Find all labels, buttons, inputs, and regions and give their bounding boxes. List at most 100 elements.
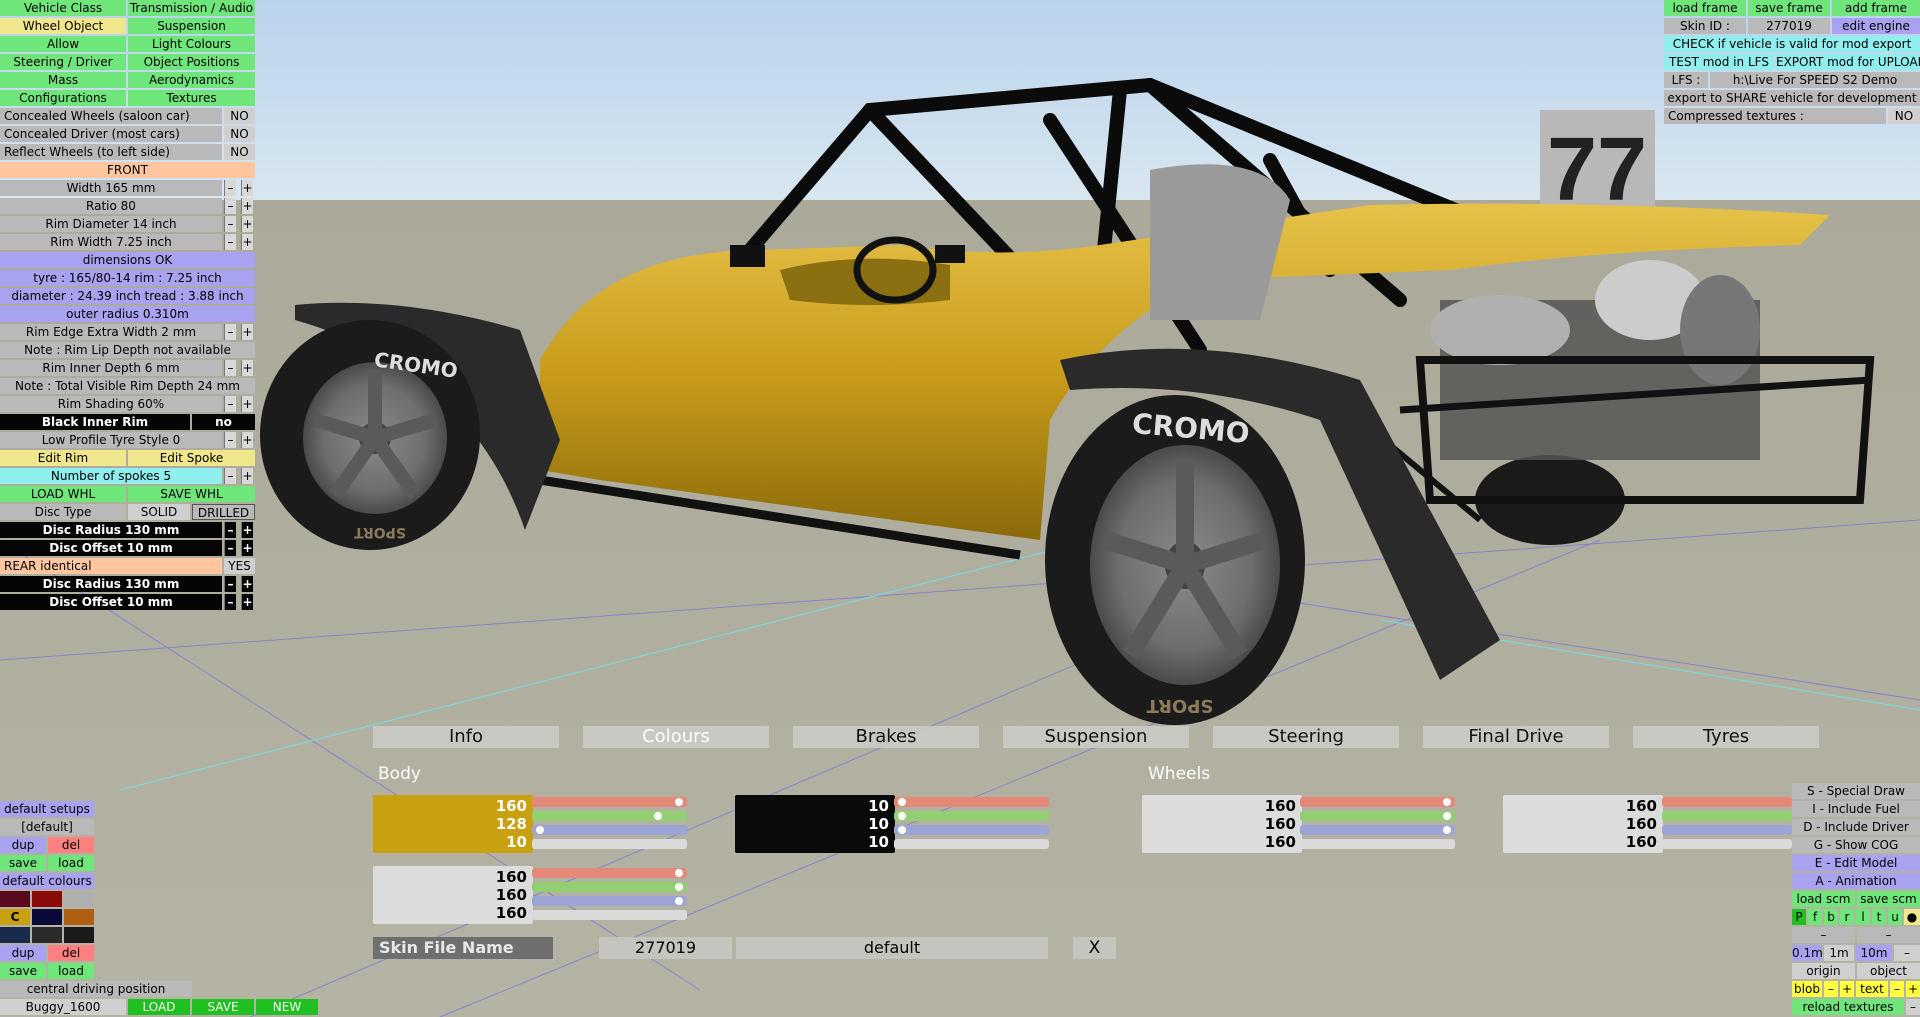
blob-decrease-button[interactable]: – <box>1824 981 1838 997</box>
tab-tyres[interactable]: Tyres <box>1633 726 1819 748</box>
tab-suspension[interactable]: Suspension <box>128 18 255 34</box>
body-primary-green-slider[interactable] <box>532 811 687 821</box>
colour-swatch[interactable] <box>64 927 94 943</box>
save-whl-button[interactable]: SAVE WHL <box>128 486 255 502</box>
tab-configurations[interactable]: Configurations <box>0 90 126 106</box>
dot-toggle[interactable]: ● <box>1904 909 1920 925</box>
include-fuel-toggle[interactable]: I - Include Fuel <box>1792 801 1920 817</box>
object-button[interactable]: object <box>1857 963 1920 979</box>
car-name-field[interactable]: Buggy_1600 <box>0 999 126 1015</box>
tab-brakes[interactable]: Brakes <box>793 726 979 748</box>
rear-identical-toggle[interactable]: YES <box>224 558 255 574</box>
body-secondary-blue-slider[interactable] <box>894 825 1049 835</box>
skin-file-id[interactable]: 277019 <box>599 937 732 959</box>
reload-textures-button[interactable]: reload textures <box>1792 999 1904 1015</box>
body-third-white-slider[interactable] <box>532 910 687 920</box>
flag-f-toggle[interactable]: f <box>1808 909 1822 925</box>
colour-swatch[interactable] <box>0 927 30 943</box>
car-new-button[interactable]: NEW <box>256 999 318 1015</box>
rim-inner-depth-decrease-button[interactable]: – <box>224 360 236 376</box>
concealed-wheels-toggle[interactable]: NO <box>224 108 255 124</box>
text-decrease-button[interactable]: – <box>1890 981 1904 997</box>
rear-disc-radius-decrease-button[interactable]: – <box>224 576 236 592</box>
test-mod-button[interactable]: TEST mod in LFS <box>1664 54 1774 70</box>
central-driving-toggle[interactable]: central driving position <box>0 981 192 997</box>
body-secondary-green-slider[interactable] <box>894 811 1049 821</box>
flag-t-toggle[interactable]: t <box>1872 909 1886 925</box>
front-disc-offset-decrease-button[interactable]: – <box>224 540 236 556</box>
body-third-green-slider[interactable] <box>532 882 687 892</box>
default-setups-button[interactable]: default setups <box>0 801 94 817</box>
tab-steering-driver[interactable]: Steering / Driver <box>0 54 126 70</box>
colours-dup-button[interactable]: dup <box>0 945 46 961</box>
scale-1m-button[interactable]: 1m <box>1824 945 1854 961</box>
body-secondary-red-slider[interactable] <box>894 797 1049 807</box>
colour-swatch[interactable] <box>64 909 94 925</box>
reload-dash-button[interactable]: – <box>1906 999 1920 1015</box>
ratio-decrease-button[interactable]: – <box>224 198 236 214</box>
rim-shading-decrease-button[interactable]: – <box>224 396 236 412</box>
3d-viewport[interactable]: 77 CROMO SPORT CROMO SPORT <box>0 0 1920 1017</box>
animation-button[interactable]: A - Animation <box>1792 873 1920 889</box>
load-whl-button[interactable]: LOAD WHL <box>0 486 126 502</box>
tab-aerodynamics[interactable]: Aerodynamics <box>128 72 255 88</box>
setup-save-button[interactable]: save <box>0 855 46 871</box>
edit-model-button[interactable]: E - Edit Model <box>1792 855 1920 871</box>
scale-dash-button[interactable]: – <box>1894 945 1920 961</box>
wheels-secondary-red-slider[interactable] <box>1662 797 1792 807</box>
load-scm-button[interactable]: load scm <box>1792 891 1855 907</box>
edit-spoke-button[interactable]: Edit Spoke <box>128 450 255 466</box>
rear-disc-offset-increase-button[interactable]: + <box>241 594 253 610</box>
colour-swatch-current[interactable]: C <box>0 909 30 925</box>
tab-suspension-bottom[interactable]: Suspension <box>1003 726 1189 748</box>
scale-01m-button[interactable]: 0.1m <box>1792 945 1822 961</box>
colour-swatch[interactable] <box>32 909 62 925</box>
front-disc-radius-decrease-button[interactable]: – <box>224 522 236 538</box>
rim-diameter-decrease-button[interactable]: – <box>224 216 236 232</box>
disc-type-drilled-button[interactable]: DRILLED <box>192 504 255 520</box>
tab-colours[interactable]: Colours <box>583 726 769 748</box>
body-third-red-slider[interactable] <box>532 868 687 878</box>
body-primary-swatch[interactable]: 160 128 10 <box>373 795 533 853</box>
check-valid-button[interactable]: CHECK if vehicle is valid for mod export <box>1664 36 1920 52</box>
save-frame-button[interactable]: save frame <box>1748 0 1830 16</box>
front-disc-radius-increase-button[interactable]: + <box>241 522 253 538</box>
reflect-wheels-toggle[interactable]: NO <box>224 144 255 160</box>
export-share-button[interactable]: export to SHARE vehicle for development <box>1664 90 1920 106</box>
colours-load-button[interactable]: load <box>48 963 94 979</box>
body-secondary-swatch[interactable]: 10 10 10 <box>735 795 895 853</box>
body-third-swatch[interactable]: 160 160 160 <box>373 866 533 924</box>
flag-u-toggle[interactable]: u <box>1888 909 1902 925</box>
tab-light-colours[interactable]: Light Colours <box>128 36 255 52</box>
tab-object-positions[interactable]: Object Positions <box>128 54 255 70</box>
width-increase-button[interactable]: + <box>241 180 253 196</box>
text-increase-button[interactable]: + <box>1906 981 1920 997</box>
concealed-driver-toggle[interactable]: NO <box>224 126 255 142</box>
skin-file-close-button[interactable]: X <box>1073 937 1116 959</box>
edit-rim-button[interactable]: Edit Rim <box>0 450 126 466</box>
lfs-path[interactable]: h:\Live For SPEED S2 Demo <box>1710 72 1920 88</box>
body-primary-blue-slider[interactable] <box>532 825 687 835</box>
tab-mass[interactable]: Mass <box>0 72 126 88</box>
tab-allow[interactable]: Allow <box>0 36 126 52</box>
tab-steering[interactable]: Steering <box>1213 726 1399 748</box>
export-mod-button[interactable]: EXPORT mod for UPLOAD <box>1776 54 1920 70</box>
flag-p-toggle[interactable]: P <box>1792 909 1806 925</box>
load-frame-button[interactable]: load frame <box>1664 0 1746 16</box>
wheels-secondary-green-slider[interactable] <box>1662 811 1792 821</box>
car-save-button[interactable]: SAVE <box>192 999 254 1015</box>
include-driver-toggle[interactable]: D - Include Driver <box>1792 819 1920 835</box>
colours-del-button[interactable]: del <box>48 945 94 961</box>
setup-del-button[interactable]: del <box>48 837 94 853</box>
width-decrease-button[interactable]: – <box>224 180 236 196</box>
tab-info[interactable]: Info <box>373 726 559 748</box>
black-inner-rim-toggle[interactable]: no <box>192 414 255 430</box>
rim-width-increase-button[interactable]: + <box>241 234 253 250</box>
front-disc-offset-increase-button[interactable]: + <box>241 540 253 556</box>
show-cog-toggle[interactable]: G - Show COG <box>1792 837 1920 853</box>
edit-engine-button[interactable]: edit engine <box>1832 18 1920 34</box>
rim-edge-increase-button[interactable]: + <box>241 324 253 340</box>
wheels-primary-green-slider[interactable] <box>1300 811 1455 821</box>
wheels-secondary-swatch[interactable]: 160 160 160 <box>1503 795 1663 853</box>
colour-swatch[interactable] <box>64 891 94 907</box>
